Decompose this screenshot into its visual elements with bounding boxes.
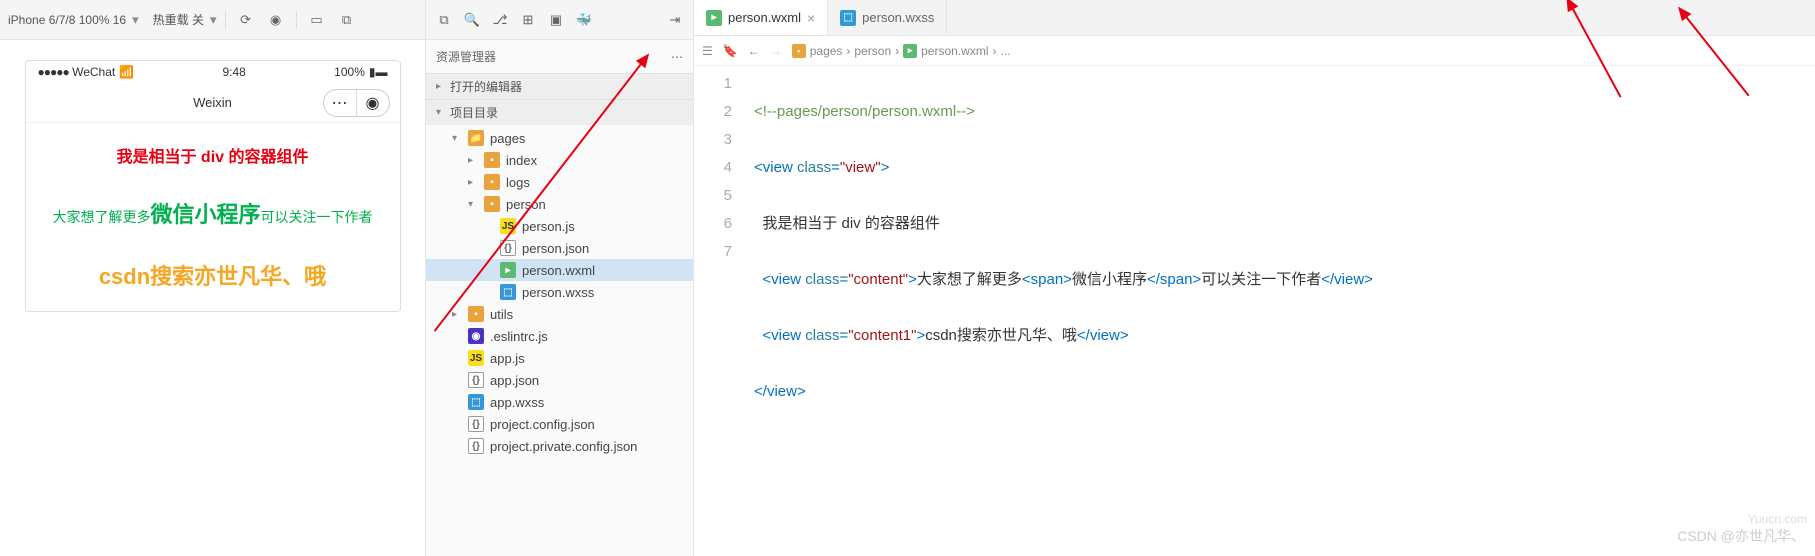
breadcrumb[interactable]: ▪pages › person › ▸person.wxml › ...: [792, 44, 1011, 58]
open-editors-section[interactable]: ▸打开的编辑器: [426, 73, 693, 99]
back-icon[interactable]: ←: [748, 44, 760, 58]
file-person-js[interactable]: JSperson.js: [426, 215, 693, 237]
editor-tabs: ▸person.wxml× ⬚person.wxss: [694, 0, 1815, 36]
hot-reload-toggle[interactable]: 热重载 关: [153, 11, 204, 28]
wifi-icon: 📶: [119, 65, 134, 79]
preview-line2: 大家想了解更多微信小程序可以关注一下作者: [38, 197, 388, 229]
time-label: 9:48: [223, 65, 246, 79]
branch-icon[interactable]: ⎇: [488, 8, 512, 32]
stop-icon[interactable]: ◉: [264, 8, 288, 32]
explorer-title: 资源管理器: [436, 48, 496, 65]
rotate-icon[interactable]: ⧉: [335, 8, 359, 32]
tab-person-wxss[interactable]: ⬚person.wxss: [828, 0, 947, 35]
folder-person[interactable]: ▾▪person: [426, 193, 693, 215]
copy-icon[interactable]: ⧉: [432, 8, 456, 32]
signal-icon: ●●●●●: [38, 65, 69, 79]
sim-toolbar: iPhone 6/7/8 100% 16▾ 热重载 关▾ ⟳ ◉ ▭ ⧉: [0, 0, 425, 40]
file-person-wxml[interactable]: ▸person.wxml: [426, 259, 693, 281]
folder-utils[interactable]: ▸▪utils: [426, 303, 693, 325]
collapse-icon[interactable]: ⇥: [663, 8, 687, 32]
device-select[interactable]: iPhone 6/7/8 100% 16: [8, 13, 126, 27]
file-proj-config[interactable]: {}project.config.json: [426, 413, 693, 435]
capsule: ⋯ ◉: [323, 89, 390, 117]
folder-pages[interactable]: ▾📁pages: [426, 127, 693, 149]
code-editor[interactable]: 1234567 <!--pages/person/person.wxml--> …: [694, 66, 1815, 556]
target-icon[interactable]: ◉: [357, 90, 389, 116]
search-icon[interactable]: 🔍: [460, 8, 484, 32]
list-icon[interactable]: ☰: [702, 44, 713, 58]
watermark: Yuucn.com: [1748, 512, 1807, 526]
menu-icon[interactable]: ⋯: [324, 90, 356, 116]
file-app-js[interactable]: JSapp.js: [426, 347, 693, 369]
project-dir-section[interactable]: ▾项目目录: [426, 99, 693, 125]
bookmark-icon[interactable]: 🔖: [723, 44, 738, 58]
file-app-json[interactable]: {}app.json: [426, 369, 693, 391]
more-icon[interactable]: ⋯: [671, 50, 683, 64]
file-eslint[interactable]: ◉.eslintrc.js: [426, 325, 693, 347]
file-app-wxss[interactable]: ⬚app.wxss: [426, 391, 693, 413]
battery-label: 100%: [334, 65, 365, 79]
line-numbers: 1234567: [694, 66, 744, 556]
battery-icon: ▮▬: [369, 65, 388, 79]
file-proj-private[interactable]: {}project.private.config.json: [426, 435, 693, 457]
carrier-label: WeChat: [72, 65, 115, 79]
docker-icon[interactable]: 🐳: [572, 8, 596, 32]
mid-toolbar: ⧉ 🔍 ⎇ ⊞ ▣ 🐳 ⇥: [426, 0, 693, 40]
file-person-json[interactable]: {}person.json: [426, 237, 693, 259]
forward-icon[interactable]: →: [770, 44, 782, 58]
device-icon[interactable]: ▭: [305, 8, 329, 32]
preview-line3: csdn搜索亦世凡华、哦: [38, 259, 388, 291]
simulator: ●●●●● WeChat 📶 9:48 100% ▮▬ Weixin ⋯ ◉ 我是相…: [25, 60, 401, 312]
page-title: Weixin: [193, 95, 232, 110]
refresh-icon[interactable]: ⟳: [234, 8, 258, 32]
preview-line1: 我是相当于 div 的容器组件: [38, 143, 388, 167]
ext-icon[interactable]: ⊞: [516, 8, 540, 32]
file-person-wxss[interactable]: ⬚person.wxss: [426, 281, 693, 303]
folder-index[interactable]: ▸▪index: [426, 149, 693, 171]
close-icon[interactable]: ×: [807, 10, 815, 26]
tab-person-wxml[interactable]: ▸person.wxml×: [694, 0, 828, 35]
folder-logs[interactable]: ▸▪logs: [426, 171, 693, 193]
watermark: CSDN @亦世凡华、: [1677, 526, 1805, 546]
box-icon[interactable]: ▣: [544, 8, 568, 32]
